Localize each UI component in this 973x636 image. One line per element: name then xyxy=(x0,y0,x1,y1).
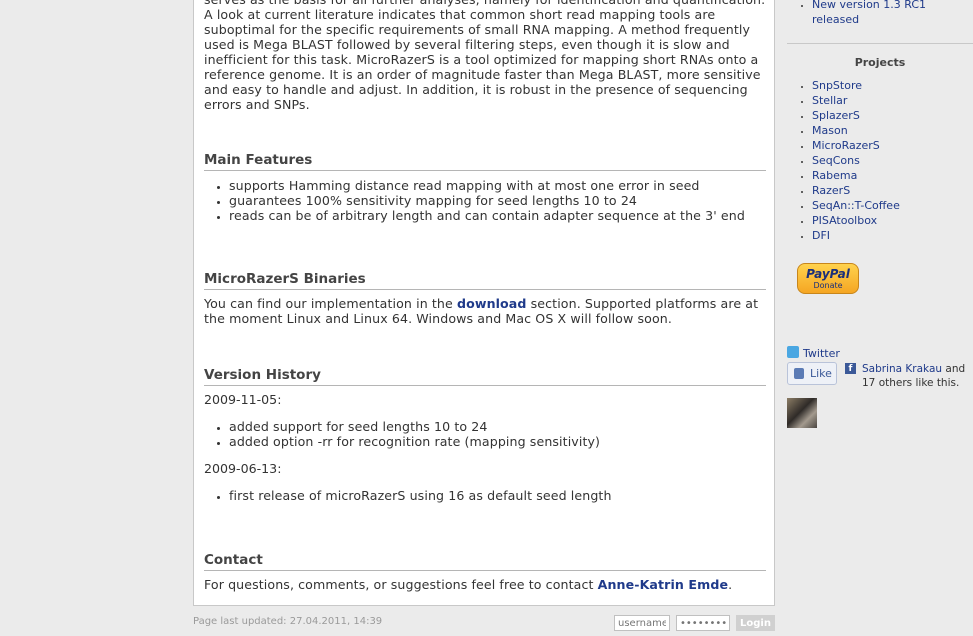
fb-user-link[interactable]: Sabrina Krakau xyxy=(862,363,942,375)
project-link[interactable]: SeqAn::T-Coffee xyxy=(812,199,900,212)
project-link[interactable]: Rabema xyxy=(812,169,857,182)
binaries-text-start: You can find our implementation in the xyxy=(204,296,457,311)
last-updated-text: Page last updated: 27.04.2011, 14:39 xyxy=(193,616,383,627)
contact-text: For questions, comments, or suggestions … xyxy=(204,577,766,592)
binaries-text: You can find our implementation in the d… xyxy=(204,296,766,326)
intro-paragraph: serves as the basis for all further anal… xyxy=(204,0,765,112)
project-link[interactable]: SeqCons xyxy=(812,154,860,167)
history-list: added support for seed lengths 10 to 24 … xyxy=(204,419,766,449)
list-item: guarantees 100% sensitivity mapping for … xyxy=(229,193,766,208)
project-link[interactable]: MicroRazerS xyxy=(812,139,880,152)
project-link[interactable]: DFI xyxy=(812,229,830,242)
sidebar-item-microrazers[interactable]: MicroRazerS xyxy=(812,138,972,153)
download-link[interactable]: download xyxy=(457,296,527,311)
twitter-link[interactable]: Twitter xyxy=(803,347,840,360)
version-history-section: Version History 2009-11-05: added suppor… xyxy=(204,367,766,503)
project-link[interactable]: Stellar xyxy=(812,94,847,107)
news-link[interactable]: New version 1.3 RC1 released xyxy=(812,0,926,26)
facebook-like-button[interactable]: Like xyxy=(787,362,837,385)
sidebar-item-pisatoolbox[interactable]: PISAtoolbox xyxy=(812,213,972,228)
projects-title: Projects xyxy=(854,56,906,69)
main-features-section: Main Features supports Hamming distance … xyxy=(204,152,766,223)
contact-heading: Contact xyxy=(204,552,766,571)
password-input[interactable] xyxy=(676,615,730,631)
username-input[interactable] xyxy=(614,615,670,631)
sidebar-item-snpstore[interactable]: SnpStore xyxy=(812,78,972,93)
version-history-heading: Version History xyxy=(204,367,766,386)
thumbs-up-icon xyxy=(794,368,804,379)
login-button[interactable]: Login xyxy=(736,615,775,631)
sidebar-divider xyxy=(787,43,973,44)
list-item: reads can be of arbitrary length and can… xyxy=(229,208,766,223)
twitter-icon[interactable] xyxy=(787,346,799,358)
project-link[interactable]: RazerS xyxy=(812,184,850,197)
sidebar-item-rabema[interactable]: Rabema xyxy=(812,168,972,183)
binaries-section: MicroRazerS Binaries You can find our im… xyxy=(204,271,766,326)
list-item: added option -rr for recognition rate (m… xyxy=(229,434,766,449)
facebook-icon: f xyxy=(845,363,856,374)
list-item: added support for seed lengths 10 to 24 xyxy=(229,419,766,434)
sidebar-item-splazers[interactable]: SplazerS xyxy=(812,108,972,123)
project-link[interactable]: PISAtoolbox xyxy=(812,214,877,227)
paypal-logo: PayPal xyxy=(806,267,850,281)
sidebar-item-razers[interactable]: RazerS xyxy=(812,183,972,198)
paypal-donate-button[interactable]: PayPal Donate xyxy=(797,263,859,294)
history-date: 2009-06-13: xyxy=(204,461,282,476)
page-footer: Page last updated: 27.04.2011, 14:39 Log… xyxy=(193,613,776,633)
project-link[interactable]: Mason xyxy=(812,124,848,137)
features-list: supports Hamming distance read mapping w… xyxy=(204,178,766,223)
like-label: Like xyxy=(810,367,832,380)
project-link[interactable]: SplazerS xyxy=(812,109,860,122)
facebook-likes-text: Sabrina Krakau and 17 others like this. xyxy=(862,362,972,390)
news-list: New version 1.3 RC1 released xyxy=(787,0,972,27)
contact-section: Contact For questions, comments, or sugg… xyxy=(204,552,766,592)
main-features-heading: Main Features xyxy=(204,152,766,171)
sidebar-item-dfi[interactable]: DFI xyxy=(812,228,972,243)
sidebar-item-stellar[interactable]: Stellar xyxy=(812,93,972,108)
contact-author-link[interactable]: Anne-Katrin Emde xyxy=(598,577,728,592)
history-date: 2009-11-05: xyxy=(204,392,282,407)
list-item: first release of microRazerS using 16 as… xyxy=(229,488,766,503)
contact-text-end: . xyxy=(728,577,733,592)
avatar[interactable] xyxy=(787,398,817,428)
sidebar-item-seqcons[interactable]: SeqCons xyxy=(812,153,972,168)
main-content-panel: serves as the basis for all further anal… xyxy=(193,0,775,606)
project-link[interactable]: SnpStore xyxy=(812,79,862,92)
sidebar-item-mason[interactable]: Mason xyxy=(812,123,972,138)
binaries-heading: MicroRazerS Binaries xyxy=(204,271,766,290)
list-item: supports Hamming distance read mapping w… xyxy=(229,178,766,193)
contact-text-start: For questions, comments, or suggestions … xyxy=(204,577,598,592)
history-list: first release of microRazerS using 16 as… xyxy=(204,488,766,503)
donate-label: Donate xyxy=(813,281,843,290)
sidebar-item-seqan-tcoffee[interactable]: SeqAn::T-Coffee xyxy=(812,198,972,213)
news-item[interactable]: New version 1.3 RC1 released xyxy=(812,0,972,27)
projects-list: SnpStore Stellar SplazerS Mason MicroRaz… xyxy=(787,78,972,243)
